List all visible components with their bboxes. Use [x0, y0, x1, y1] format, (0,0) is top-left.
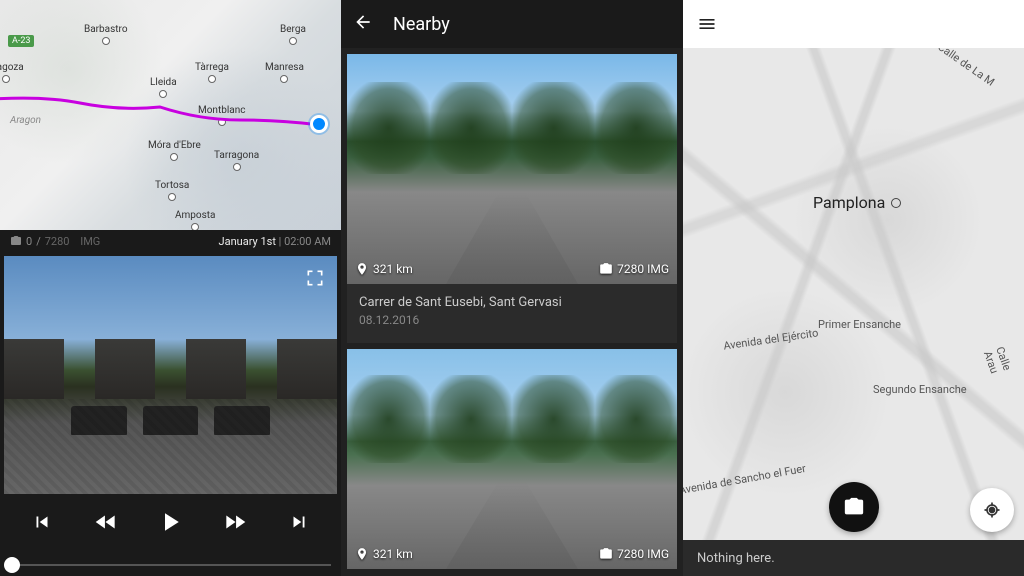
card-image-count: 7280 IMG	[599, 547, 669, 561]
card-distance: 321 km	[355, 547, 413, 561]
card-distance: 321 km	[355, 262, 413, 276]
camera-icon	[843, 496, 865, 518]
route-map[interactable]: A-23 Aragon Barbastro Berga Tàrrega Llei…	[0, 0, 341, 230]
back-button[interactable]	[353, 12, 373, 36]
hamburger-icon	[697, 14, 717, 34]
card-photo: 321 km 7280 IMG	[347, 349, 677, 569]
nearby-card[interactable]: 321 km 7280 IMG Carrer de Sant Eusebi, S…	[347, 54, 677, 343]
card-image-count: 7280 IMG	[599, 262, 669, 276]
city-label: Amposta	[175, 210, 215, 230]
nearby-list[interactable]: 321 km 7280 IMG Carrer de Sant Eusebi, S…	[341, 48, 683, 576]
play-icon	[155, 507, 185, 537]
scrubber[interactable]	[0, 546, 341, 576]
city-label: Tortosa	[155, 180, 189, 201]
locate-fab[interactable]	[970, 488, 1014, 532]
city-name: Pamplona	[813, 193, 901, 212]
rewind-button[interactable]	[90, 506, 122, 538]
street-label: Calle de La M	[935, 48, 997, 89]
nearby-title: Nearby	[393, 14, 450, 35]
highway-badge: A-23	[8, 35, 34, 47]
street-label: Avenida de Sancho el Fuer	[683, 462, 807, 497]
street-label: Avenida del Ejército	[723, 326, 820, 352]
city-map[interactable]: Pamplona Primer Ensanche Segundo Ensanch…	[683, 48, 1024, 540]
menu-button[interactable]	[697, 14, 717, 34]
skip-next-button[interactable]	[283, 506, 315, 538]
fullscreen-button[interactable]	[301, 264, 329, 292]
crosshair-icon	[982, 500, 1002, 520]
nearby-header: Nearby	[341, 0, 683, 48]
fast-forward-icon	[222, 509, 248, 535]
image-count: 0/7280 IMG	[10, 235, 100, 248]
skip-next-icon	[288, 511, 310, 533]
camera-icon	[10, 235, 22, 247]
play-button[interactable]	[154, 506, 186, 538]
photo-date: January 1st | 02:00 AM	[219, 235, 331, 248]
playback-panel: A-23 Aragon Barbastro Berga Tàrrega Llei…	[0, 0, 341, 576]
fullscreen-icon	[305, 268, 325, 288]
city-label: Tarragona	[214, 150, 259, 171]
pin-icon	[355, 547, 369, 561]
current-position-marker	[310, 115, 328, 133]
card-photo: 321 km 7280 IMG	[347, 54, 677, 284]
playback-controls	[0, 498, 341, 546]
street-label: Calle Arau	[981, 345, 1021, 397]
city-label: aragoza	[0, 62, 24, 83]
map-panel: Pamplona Primer Ensanche Segundo Ensanch…	[683, 0, 1024, 576]
district-label: Segundo Ensanche	[873, 383, 967, 396]
empty-state-bar: Nothing here.	[683, 540, 1024, 576]
photo-status-bar: 0/7280 IMG January 1st | 02:00 AM	[0, 230, 341, 252]
fast-forward-button[interactable]	[219, 506, 251, 538]
nearby-panel: Nearby 321 km 7280 IMG Carrer	[341, 0, 683, 576]
camera-icon	[599, 547, 613, 561]
card-location: Carrer de Sant Eusebi, Sant Gervasi	[359, 294, 665, 312]
rewind-icon	[93, 509, 119, 535]
scrubber-track	[10, 564, 331, 566]
scrubber-thumb[interactable]	[4, 557, 20, 573]
card-overlay: 321 km 7280 IMG	[355, 262, 669, 276]
pin-icon	[355, 262, 369, 276]
district-label: Primer Ensanche	[818, 318, 901, 331]
city-label: Berga	[280, 24, 306, 45]
card-meta: Carrer de Sant Eusebi, Sant Gervasi 08.1…	[347, 284, 677, 343]
city-label: Manresa	[265, 62, 304, 83]
skip-prev-button[interactable]	[26, 506, 58, 538]
photo-viewer	[0, 252, 341, 576]
nearby-card[interactable]: 321 km 7280 IMG	[347, 349, 677, 569]
route-line	[0, 95, 340, 135]
back-arrow-icon	[353, 12, 373, 32]
current-photo[interactable]	[4, 256, 337, 494]
empty-text: Nothing here.	[697, 551, 775, 566]
card-overlay: 321 km 7280 IMG	[355, 547, 669, 561]
card-date: 08.12.2016	[359, 312, 665, 329]
city-label: Móra d'Ebre	[148, 140, 201, 161]
map-header	[683, 0, 1024, 48]
city-label: Barbastro	[84, 24, 128, 45]
skip-prev-icon	[31, 511, 53, 533]
camera-fab[interactable]	[829, 482, 879, 532]
camera-icon	[599, 262, 613, 276]
city-label: Tàrrega	[195, 62, 229, 83]
